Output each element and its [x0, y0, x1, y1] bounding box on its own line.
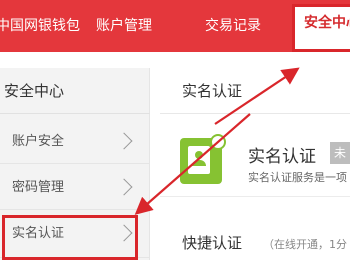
annotation-arrows	[134, 67, 300, 215]
arrow-to-tab	[214, 67, 300, 125]
arrow-to-menu	[134, 113, 251, 215]
